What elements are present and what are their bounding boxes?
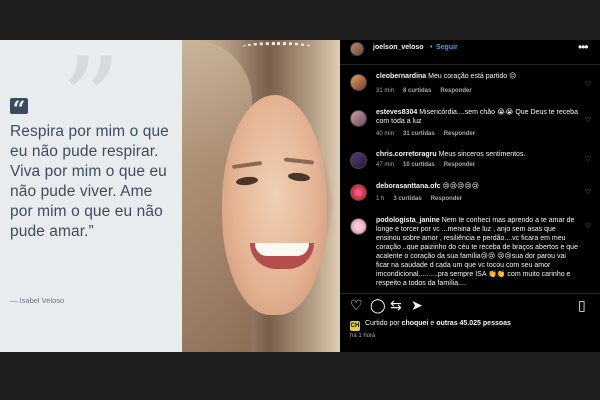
heart-icon[interactable]: ♡: [350, 298, 363, 312]
comment-username[interactable]: chris.corretoragru: [376, 151, 437, 158]
comment-content: Nem te conheci mas aprendo a te amar de …: [376, 217, 578, 287]
comment-meta: 1 h 3 curtidas Responder: [376, 196, 471, 202]
comment-likes[interactable]: 31 curtidas: [403, 131, 435, 137]
face-shape: [222, 95, 327, 315]
comment-avatar[interactable]: [350, 74, 367, 91]
liker-username[interactable]: choquei: [402, 320, 429, 327]
comment-content: 😢😢😢😢😢: [442, 183, 480, 190]
left-brow: [231, 160, 263, 170]
portrait-photo: [182, 40, 340, 352]
comment-time: 40 min: [376, 131, 395, 137]
header-divider: [340, 64, 600, 65]
teeth: [255, 243, 309, 256]
comment-username[interactable]: podologista_janine: [376, 217, 440, 224]
smile: [250, 243, 314, 269]
post-time: há 1 hora: [350, 333, 376, 339]
comment-time: 31 min: [376, 88, 395, 94]
author-username[interactable]: joelson_veloso: [373, 44, 424, 51]
reply-button[interactable]: Responder: [444, 131, 475, 137]
comment-text: deborasanttana.ofc 😢😢😢😢😢: [376, 182, 581, 191]
bookmark-icon[interactable]: ▯: [578, 298, 586, 312]
comment-time: 1 h: [376, 196, 385, 202]
comment-time: 47 min: [376, 162, 395, 168]
post-sidebar: joelson_veloso • Seguir ••• cleobernardi…: [340, 40, 600, 352]
comment-username[interactable]: cleobernardina: [376, 73, 426, 80]
comment-meta: 47 min 10 curtidas Responder: [376, 162, 484, 168]
actions-divider: [340, 293, 600, 294]
quote-mark-icon: “: [10, 98, 28, 122]
right-brow: [283, 157, 315, 165]
right-eye: [287, 171, 311, 183]
instagram-post-modal: ” “ Respira por mim o que eu não pude re…: [0, 40, 600, 352]
comment-avatar[interactable]: [350, 218, 367, 235]
comment-avatar[interactable]: [350, 184, 367, 201]
share-icon[interactable]: ⇆: [390, 298, 402, 312]
send-icon[interactable]: ➤: [411, 298, 423, 312]
likes-summary: CH Curtido por choquei e outras 45.025 p…: [350, 320, 595, 331]
likes-middle: e: [430, 320, 435, 327]
comment-content: Meus sinceros sentimentos.: [438, 151, 526, 158]
comment-heart-icon[interactable]: ♡: [583, 116, 593, 126]
comment-username[interactable]: deborasanttana.ofc: [376, 183, 441, 190]
comment-username[interactable]: esteves8304: [376, 109, 417, 116]
author-avatar[interactable]: [350, 42, 364, 56]
quote-text: Respira por mim o que eu não pude respir…: [10, 123, 169, 240]
tiara: [242, 42, 312, 52]
comment-likes[interactable]: 10 curtidas: [403, 162, 435, 168]
comment-icon[interactable]: ◯: [370, 298, 386, 312]
quote-author: — Isabel Veloso: [10, 296, 65, 305]
post-header: joelson_veloso • Seguir •••: [340, 40, 600, 64]
reply-button[interactable]: Responder: [440, 88, 471, 94]
comment-likes[interactable]: 8 curtidas: [403, 88, 431, 94]
comment-text: podologista_janine Nem te conheci mas ap…: [376, 216, 581, 288]
separator-dot: •: [430, 44, 433, 51]
comment-text: chris.corretoragru Meus sinceros sentime…: [376, 150, 581, 159]
comment-meta: 40 min 31 curtidas Responder: [376, 131, 484, 137]
comment-meta: 31 min 8 curtidas Responder: [376, 88, 481, 94]
comment-avatar[interactable]: [350, 152, 367, 169]
comment-content: Meu coração está partido 😔: [428, 73, 517, 80]
comment-text: esteves8304 Misericórdia....sem chão 😭😭 …: [376, 108, 581, 126]
reply-button[interactable]: Responder: [444, 162, 475, 168]
comment-heart-icon[interactable]: ♡: [583, 80, 593, 90]
left-eye: [235, 175, 259, 187]
comment-text: cleobernardina Meu coração está partido …: [376, 72, 581, 81]
comment-heart-icon[interactable]: ♡: [583, 222, 593, 232]
reply-button[interactable]: Responder: [431, 196, 462, 202]
likes-others-count[interactable]: outras 45.025 pessoas: [436, 320, 511, 327]
comment-likes[interactable]: 3 curtidas: [393, 196, 421, 202]
liker-avatar[interactable]: CH: [350, 321, 360, 331]
quote-image-panel: ” “ Respira por mim o que eu não pude re…: [0, 40, 182, 352]
likes-prefix: Curtido por: [364, 320, 400, 327]
comment-heart-icon[interactable]: ♡: [583, 155, 593, 165]
follow-button[interactable]: Seguir: [436, 44, 458, 51]
comment-heart-icon[interactable]: ♡: [583, 188, 593, 198]
comment-avatar[interactable]: [350, 110, 367, 127]
more-options-icon[interactable]: •••: [578, 40, 589, 54]
